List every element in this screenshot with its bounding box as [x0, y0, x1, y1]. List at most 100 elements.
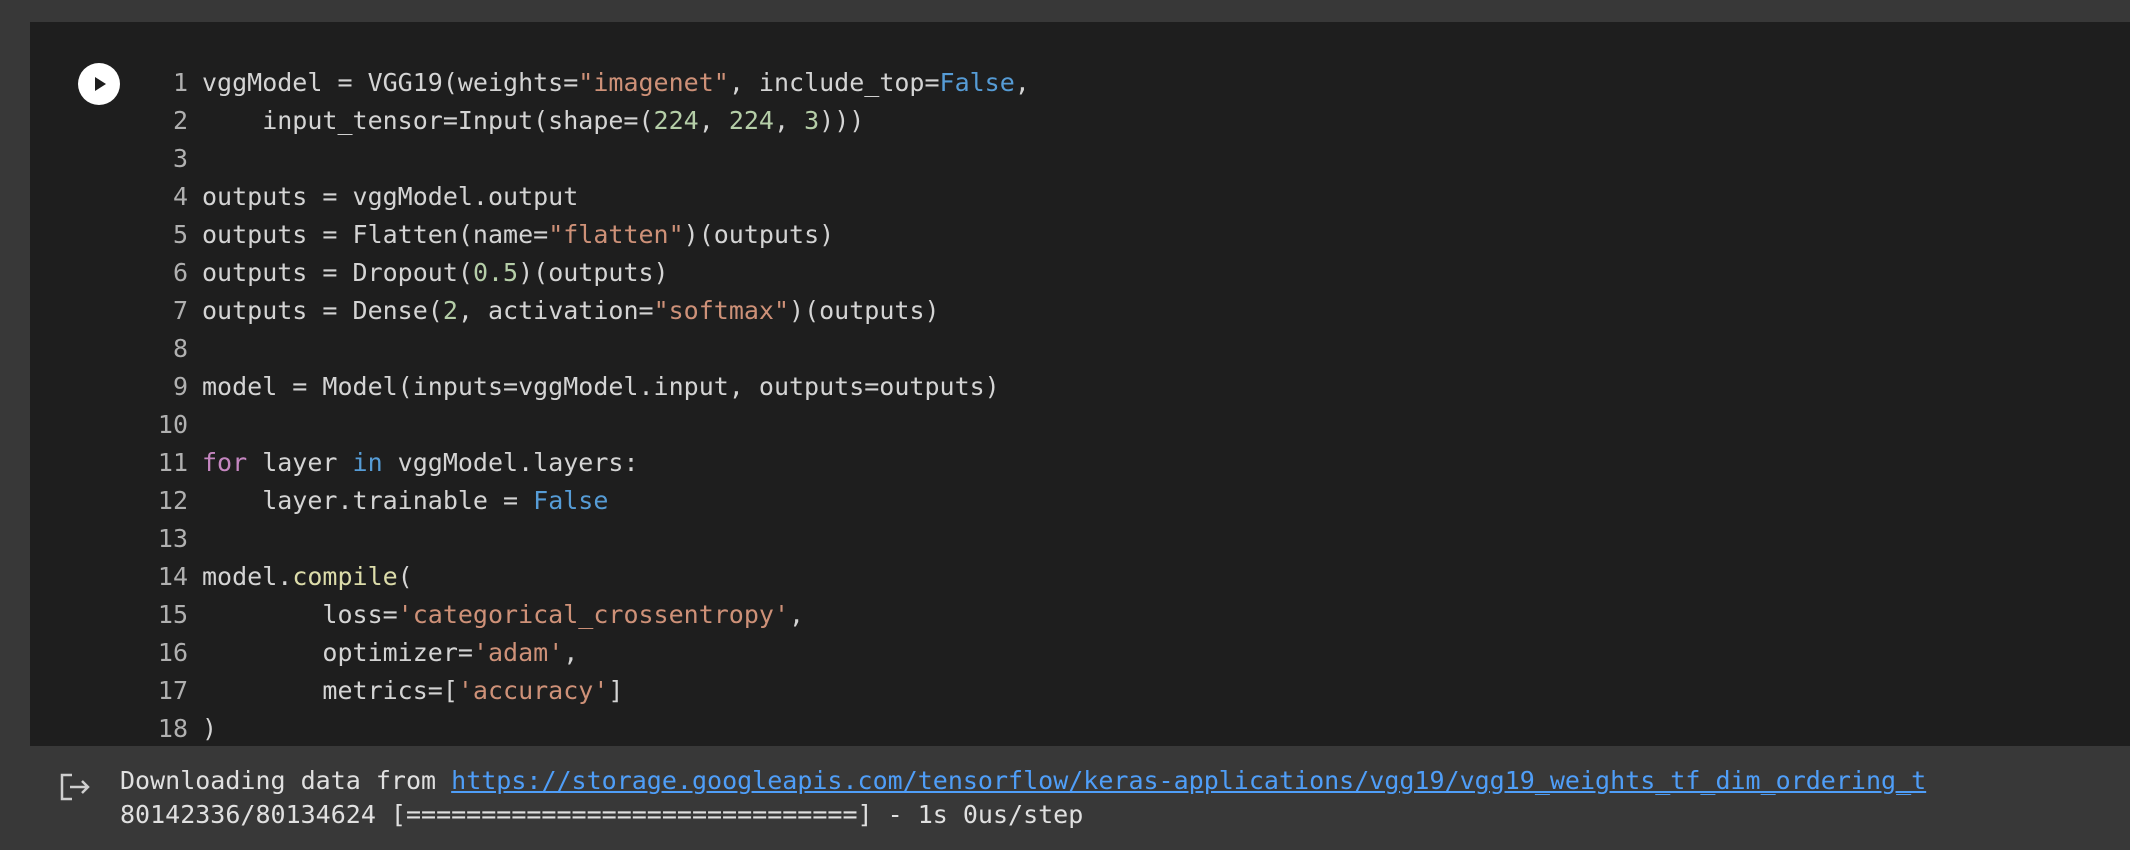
code-line[interactable]: 14 model.compile( — [130, 558, 1030, 596]
code-token: , activation= — [457, 296, 654, 325]
line-number: 3 — [172, 144, 188, 173]
code-line[interactable]: 6 outputs = Dropout(0.5)(outputs) — [130, 254, 1030, 292]
download-url-link[interactable]: https://storage.googleapis.com/tensorflo… — [451, 766, 1926, 795]
code-token: )(outputs) — [683, 220, 835, 249]
code-line[interactable]: 5 outputs = Flatten(name="flatten")(outpu… — [130, 216, 1030, 254]
progress-line: 80142336/80134624 [=====================… — [120, 800, 1084, 829]
code-token: loss= — [202, 600, 398, 629]
code-token: outputs = vggModel.output — [202, 182, 579, 211]
code-token: model. — [202, 562, 293, 591]
code-token: ))) — [819, 106, 865, 135]
line-source: model = Model(inputs=vggModel.input, out… — [202, 368, 1000, 406]
code-token: False — [939, 68, 1015, 97]
code-cell[interactable]: 1 vggModel = VGG19(weights="imagenet", in… — [30, 22, 2130, 746]
code-token: 'adam' — [472, 638, 564, 667]
line-source: for layer in vggModel.layers: — [202, 444, 639, 482]
code-token: 0.5 — [472, 258, 519, 287]
output-redirect-icon[interactable] — [58, 770, 92, 804]
code-token: ) — [202, 714, 218, 743]
line-source: outputs = Dense(2, activation="softmax")… — [202, 292, 940, 330]
code-line[interactable]: 16 optimizer='adam', — [130, 634, 1030, 672]
code-token: ( — [397, 562, 413, 591]
code-token: 'categorical_crossentropy' — [397, 600, 790, 629]
run-cell-button[interactable] — [78, 63, 120, 105]
code-token: , — [563, 638, 579, 667]
line-source: optimizer='adam', — [202, 634, 578, 672]
download-prefix: Downloading data from — [120, 766, 452, 795]
code-token: "imagenet" — [578, 68, 729, 97]
line-number: 13 — [157, 524, 188, 553]
download-line: Downloading data from https://storage.go… — [120, 764, 1926, 798]
code-token: layer.trainable = — [202, 486, 534, 515]
line-source: vggModel = VGG19(weights="imagenet", inc… — [202, 64, 1030, 102]
code-editor[interactable]: 1 vggModel = VGG19(weights="imagenet", in… — [130, 64, 1030, 748]
line-source: outputs = vggModel.output — [202, 178, 578, 216]
code-line[interactable]: 2 input_tensor=Input(shape=(224, 224, 3)… — [130, 102, 1030, 140]
code-token: , — [1014, 68, 1030, 97]
code-token: , — [698, 106, 729, 135]
code-line[interactable]: 15 loss='categorical_crossentropy', — [130, 596, 1030, 634]
code-token: False — [533, 486, 609, 515]
line-source: ) — [202, 710, 217, 748]
line-number: 11 — [157, 448, 188, 477]
code-line[interactable]: 4 outputs = vggModel.output — [130, 178, 1030, 216]
code-token: vggModel = VGG19(weights= — [202, 68, 579, 97]
line-number: 15 — [157, 600, 188, 629]
code-token: )(outputs) — [518, 258, 669, 287]
code-token: , include_top= — [728, 68, 940, 97]
play-icon — [95, 77, 106, 91]
code-line[interactable]: 7 outputs = Dense(2, activation="softmax"… — [130, 292, 1030, 330]
code-line[interactable]: 9 model = Model(inputs=vggModel.input, ou… — [130, 368, 1030, 406]
code-line[interactable]: 13 — [130, 520, 1030, 558]
code-line[interactable]: 17 metrics=['accuracy'] — [130, 672, 1030, 710]
code-line[interactable]: 12 layer.trainable = False — [130, 482, 1030, 520]
output-text: Downloading data from https://storage.go… — [120, 764, 1926, 832]
line-source: layer.trainable = False — [202, 482, 608, 520]
line-source: input_tensor=Input(shape=(224, 224, 3))) — [202, 102, 864, 140]
code-token: )(outputs) — [789, 296, 940, 325]
line-number: 9 — [172, 372, 188, 401]
code-token: , — [773, 106, 805, 135]
line-number: 6 — [172, 258, 188, 287]
line-source: metrics=['accuracy'] — [202, 672, 623, 710]
line-number: 1 — [172, 68, 188, 97]
code-line[interactable]: 18) — [130, 710, 1030, 748]
code-line[interactable]: 3 — [130, 140, 1030, 178]
code-token: outputs = Dense( — [202, 296, 443, 325]
code-token: optimizer= — [202, 638, 473, 667]
code-token: outputs = Flatten(name= — [202, 220, 549, 249]
code-token: "softmax" — [653, 296, 790, 325]
code-token: in — [352, 448, 383, 477]
line-number: 4 — [172, 182, 188, 211]
code-token: for — [202, 448, 248, 477]
code-token: 'accuracy' — [457, 676, 609, 705]
line-number: 5 — [172, 220, 188, 249]
code-token: ] — [608, 676, 624, 705]
line-source: loss='categorical_crossentropy', — [202, 596, 804, 634]
line-number: 8 — [172, 334, 188, 363]
code-line[interactable]: 11 for layer in vggModel.layers: — [130, 444, 1030, 482]
code-line[interactable]: 1 vggModel = VGG19(weights="imagenet", in… — [130, 64, 1030, 102]
code-token: vggModel.layers: — [382, 448, 639, 477]
code-token: 3 — [804, 106, 820, 135]
code-token: 224 — [653, 106, 699, 135]
line-number: 2 — [172, 106, 188, 135]
line-number: 7 — [172, 296, 188, 325]
line-number: 12 — [157, 486, 188, 515]
code-token: 224 — [728, 106, 774, 135]
code-token: compile — [292, 562, 398, 591]
line-number: 10 — [157, 410, 188, 439]
code-token: outputs = Dropout( — [202, 258, 473, 287]
code-line[interactable]: 10 — [130, 406, 1030, 444]
code-token: , — [789, 600, 805, 629]
line-number: 18 — [157, 714, 188, 743]
line-source: outputs = Dropout(0.5)(outputs) — [202, 254, 669, 292]
line-number: 14 — [157, 562, 188, 591]
code-line[interactable]: 8 — [130, 330, 1030, 368]
code-token: model = Model(inputs=vggModel.input, out… — [202, 372, 1000, 401]
line-source: outputs = Flatten(name="flatten")(output… — [202, 216, 834, 254]
code-token: 2 — [442, 296, 458, 325]
line-number: 16 — [157, 638, 188, 667]
code-token: layer — [247, 448, 353, 477]
line-number: 17 — [157, 676, 188, 705]
